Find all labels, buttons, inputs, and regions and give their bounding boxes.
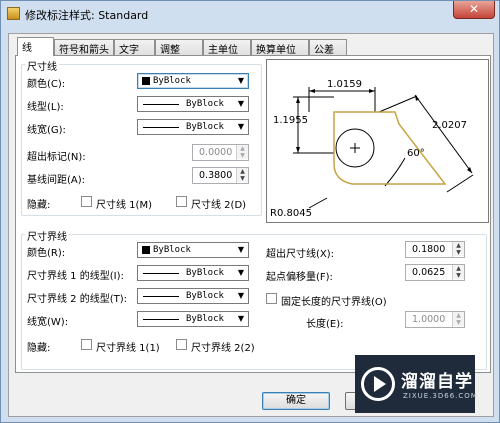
suppress-dim1-label: 尺寸线 1(M) xyxy=(96,200,152,211)
watermark-badge: 溜溜自学 ZIXUE.3D66.COM xyxy=(355,355,478,413)
baseline-spacing-value: 0.3800 xyxy=(199,170,233,181)
watermark-name: 溜溜自学 xyxy=(401,372,473,392)
color-swatch xyxy=(142,77,150,85)
preview-angle: 60° xyxy=(407,148,425,159)
title-bar[interactable]: 修改标注样式: Standard ✕ xyxy=(1,1,499,27)
spin-down-icon: ▼ xyxy=(237,152,248,159)
line-sample xyxy=(143,127,179,128)
ext-linetype2-label: 尺寸界线 2 的线型(T): xyxy=(27,294,127,305)
preview-dim-top: 1.0159 xyxy=(327,79,362,90)
suppress-dim1-checkbox[interactable] xyxy=(81,196,92,207)
length-spinner[interactable]: 1.0000 ▲ ▼ xyxy=(405,311,465,328)
extend-ticks-spinner[interactable]: 0.0000 ▲ ▼ xyxy=(192,144,249,161)
offset-spinner[interactable]: 0.0625 ▲ ▼ xyxy=(405,264,465,281)
tab-lines[interactable]: 线 xyxy=(17,37,54,56)
spin-down-icon: ▼ xyxy=(453,272,464,279)
ext-linetype1-label: 尺寸界线 1 的线型(I): xyxy=(27,271,124,282)
extend-ticks-label: 超出标记(N): xyxy=(27,152,86,163)
baseline-spacing-label: 基线间距(A): xyxy=(27,175,86,186)
dim-lineweight-select[interactable]: ByBlock ▼ xyxy=(137,119,249,135)
dim-color-label: 颜色(C): xyxy=(27,79,66,90)
dim-suppress-label: 隐藏: xyxy=(27,200,51,211)
offset-value: 0.0625 xyxy=(412,267,446,278)
suppress-ext1-checkbox[interactable] xyxy=(81,339,92,350)
ext-lineweight-label: 线宽(W): xyxy=(27,317,69,328)
chevron-down-icon: ▼ xyxy=(237,99,245,108)
preview-pane: 1.0159 1.1955 2.0207 60° R0.8045 xyxy=(266,59,489,223)
spin-up-icon: ▲ xyxy=(453,265,464,272)
dim-lineweight-value: ByBlock xyxy=(186,122,224,132)
ext-color-label: 颜色(R): xyxy=(27,248,66,259)
ext-linetype2-value: ByBlock xyxy=(186,291,224,301)
suppress-ext1-label: 尺寸界线 1(1) xyxy=(96,343,160,354)
color-swatch xyxy=(142,246,150,254)
ok-button[interactable]: 确定 xyxy=(262,392,330,410)
ext-linetype1-value: ByBlock xyxy=(186,268,224,278)
extend-ticks-value: 0.0000 xyxy=(199,147,233,158)
chevron-down-icon: ▼ xyxy=(237,122,245,131)
tab-symbols-arrows[interactable]: 符号和箭头 xyxy=(54,39,114,56)
line-sample xyxy=(143,296,179,297)
watermark-url: ZIXUE.3D66.COM xyxy=(403,392,478,400)
dim-linetype-label: 线型(L): xyxy=(27,102,64,113)
ext-suppress-label: 隐藏: xyxy=(27,343,51,354)
window-title: 修改标注样式: Standard xyxy=(25,9,149,22)
spin-down-icon: ▼ xyxy=(237,175,248,182)
chevron-down-icon: ▼ xyxy=(237,314,245,323)
chevron-down-icon: ▼ xyxy=(237,76,245,85)
length-value: 1.0000 xyxy=(412,314,446,325)
close-button[interactable]: ✕ xyxy=(453,1,495,19)
extend-beyond-label: 超出尺寸线(X): xyxy=(266,249,335,260)
tab-text[interactable]: 文字 xyxy=(114,39,155,56)
spin-up-icon: ▲ xyxy=(237,168,248,175)
preview-radius: R0.8045 xyxy=(270,208,312,219)
dim-lineweight-label: 线宽(G): xyxy=(27,125,66,136)
ext-linetype1-select[interactable]: ByBlock ▼ xyxy=(137,265,249,281)
line-sample xyxy=(143,104,179,105)
suppress-ext2-label: 尺寸界线 2(2) xyxy=(191,343,255,354)
suppress-ext2-checkbox[interactable] xyxy=(176,339,187,350)
suppress-dim2-label: 尺寸线 2(D) xyxy=(191,200,247,211)
line-sample xyxy=(143,319,179,320)
extend-beyond-value: 0.1800 xyxy=(412,244,446,255)
spin-up-icon: ▲ xyxy=(237,145,248,152)
dimension-preview-drawing xyxy=(293,87,474,209)
length-label: 长度(E): xyxy=(306,319,344,330)
ext-color-select[interactable]: ByBlock ▼ xyxy=(137,242,249,258)
suppress-dim2-checkbox[interactable] xyxy=(176,196,187,207)
tab-fit[interactable]: 调整 xyxy=(155,39,203,56)
ext-color-value: ByBlock xyxy=(153,245,191,255)
tab-tolerances[interactable]: 公差 xyxy=(309,39,347,56)
dim-color-select[interactable]: ByBlock ▼ xyxy=(137,73,249,89)
dim-color-value: ByBlock xyxy=(153,76,191,86)
tab-primary-units[interactable]: 主单位 xyxy=(203,39,251,56)
spin-down-icon: ▼ xyxy=(453,249,464,256)
fixed-length-label: 固定长度的尺寸界线(O) xyxy=(281,297,387,308)
dim-linetype-value: ByBlock xyxy=(186,99,224,109)
spin-down-icon: ▼ xyxy=(453,319,464,326)
dim-lines-group-title: 尺寸线 xyxy=(25,58,59,73)
preview-dim-left: 1.1955 xyxy=(273,115,308,126)
ext-linetype2-select[interactable]: ByBlock ▼ xyxy=(137,288,249,304)
baseline-spacing-spinner[interactable]: 0.3800 ▲ ▼ xyxy=(192,167,249,184)
ext-lineweight-value: ByBlock xyxy=(186,314,224,324)
app-icon xyxy=(7,7,20,20)
chevron-down-icon: ▼ xyxy=(237,268,245,277)
spin-up-icon: ▲ xyxy=(453,312,464,319)
chevron-down-icon: ▼ xyxy=(237,245,245,254)
fixed-length-checkbox[interactable] xyxy=(266,293,277,304)
spin-up-icon: ▲ xyxy=(453,242,464,249)
chevron-down-icon: ▼ xyxy=(237,291,245,300)
line-sample xyxy=(143,273,179,274)
play-logo-icon xyxy=(361,367,395,401)
lines-tab-panel: 尺寸线 颜色(C): ByBlock ▼ 线型(L): ByBlock ▼ 线宽… xyxy=(15,55,491,373)
offset-label: 起点偏移量(F): xyxy=(266,272,333,283)
dim-linetype-select[interactable]: ByBlock ▼ xyxy=(137,96,249,112)
extend-beyond-spinner[interactable]: 0.1800 ▲ ▼ xyxy=(405,241,465,258)
preview-dim-right: 2.0207 xyxy=(432,120,467,131)
tab-alternate-units[interactable]: 换算单位 xyxy=(251,39,309,56)
ext-lineweight-select[interactable]: ByBlock ▼ xyxy=(137,311,249,327)
ext-lines-group-title: 尺寸界线 xyxy=(25,228,69,243)
dialog-window: 修改标注样式: Standard ✕ 线 符号和箭头 文字 调整 主单位 换算单… xyxy=(0,0,500,423)
